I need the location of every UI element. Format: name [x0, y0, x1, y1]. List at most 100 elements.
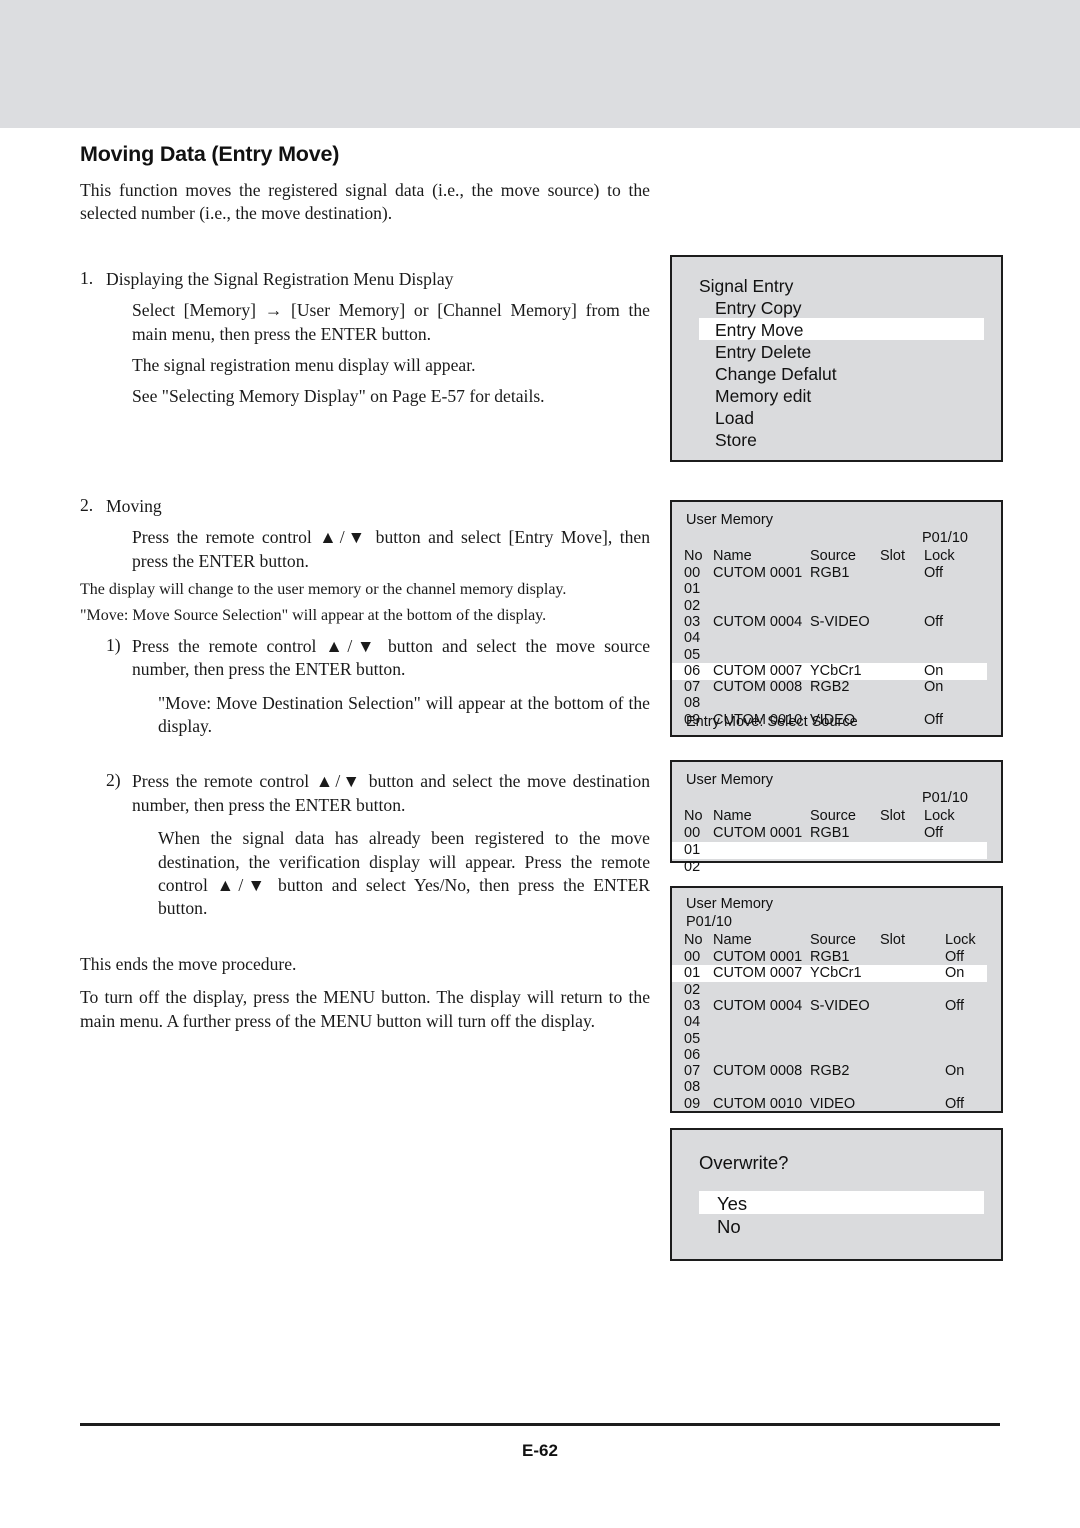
- cell-lock: Off: [924, 565, 944, 581]
- column-header-name: Name: [713, 808, 752, 824]
- table-row[interactable]: 02: [672, 982, 1001, 999]
- table-row[interactable]: 07 CUTOM 0008 RGB2 On: [672, 1063, 1001, 1080]
- column-header-name: Name: [713, 548, 752, 564]
- table-row[interactable]: 04: [672, 1014, 1001, 1031]
- table-row[interactable]: 02: [672, 859, 1001, 876]
- page-body: Moving Data (Entry Move) This function m…: [0, 128, 1080, 1528]
- table-row[interactable]: 03 CUTOM 0004 S-VIDEO Off: [672, 998, 1001, 1015]
- osd-panel-signal-entry: Signal Entry Entry Copy Entry Move Entry D…: [670, 255, 1003, 462]
- cell-lock: Off: [924, 825, 944, 841]
- table-row[interactable]: 01: [672, 581, 1001, 598]
- memory-source-page-indicator: P01/10: [922, 530, 968, 546]
- signal-entry-item-load[interactable]: Load: [715, 408, 754, 429]
- substep-1-number: 1): [106, 634, 121, 655]
- column-header-slot: Slot: [880, 808, 905, 824]
- cell-no: 04: [684, 630, 701, 647]
- substep-2-line-1: Press the remote control ▲/▼ button and …: [132, 771, 650, 815]
- step-1-line-2: The signal registration menu display wil…: [132, 354, 476, 375]
- cell-name: CUTOM 0001: [713, 825, 803, 841]
- cell-lock: On: [924, 662, 944, 679]
- cell-no: 09: [684, 1095, 701, 1112]
- signal-entry-item-entry-move[interactable]: Entry Move: [715, 320, 804, 341]
- cell-lock: Off: [945, 1095, 965, 1112]
- page-number: E-62: [522, 1441, 558, 1460]
- cell-no: 04: [684, 1014, 701, 1031]
- table-row[interactable]: 04: [672, 630, 1001, 647]
- column-header-no: No: [684, 808, 703, 824]
- step-2-title: Moving: [106, 495, 162, 516]
- step-1-number: 1.: [80, 267, 94, 288]
- cell-lock: Off: [924, 613, 944, 630]
- table-row[interactable]: 01: [672, 841, 987, 859]
- cell-no: 07: [684, 679, 701, 696]
- table-row[interactable]: 07 CUTOM 0008 RGB2 On: [672, 679, 1001, 696]
- signal-entry-title: Signal Entry: [699, 276, 794, 296]
- cell-source: YCbCr1: [810, 965, 862, 982]
- table-row[interactable]: 01 CUTOM 0007 YCbCr1 On: [672, 965, 987, 983]
- osd-panel-user-memory-destination: User Memory P01/10 No Name Source Slot Lock …: [670, 760, 1003, 875]
- table-row[interactable]: 02: [672, 598, 1001, 615]
- step-2-line-1: Press the remote control ▲/▼ button and …: [132, 527, 650, 571]
- table-row[interactable]: 06 CUTOM 0007 YCbCr1 On: [672, 662, 987, 680]
- overwrite-option-yes[interactable]: Yes: [717, 1193, 747, 1215]
- signal-entry-item-change-defalut[interactable]: Change Defalut: [715, 364, 837, 385]
- substep-1-line-1: Press the remote control ▲/▼ button and …: [132, 635, 650, 680]
- cell-no: 05: [684, 646, 701, 663]
- cell-no: 01: [684, 841, 701, 858]
- substep-2-line-2: When the signal data has already been re…: [158, 828, 650, 919]
- cell-lock: On: [924, 679, 944, 696]
- cell-source: S-VIDEO: [810, 613, 870, 630]
- column-header-no: No: [684, 932, 703, 948]
- memory-dest-page-indicator: P01/10: [922, 790, 968, 806]
- step-2-line-2: The display will change to the user memo…: [80, 580, 567, 598]
- column-header-no: No: [684, 548, 703, 564]
- step-1-title: Displaying the Signal Registration Menu …: [106, 268, 454, 289]
- cell-lock: Off: [924, 711, 944, 728]
- table-row[interactable]: 08: [672, 1079, 1001, 1096]
- cell-name: CUTOM 0008: [713, 679, 803, 696]
- table-row[interactable]: 05: [672, 1031, 1001, 1048]
- signal-entry-item-store[interactable]: Store: [715, 430, 757, 451]
- substep-2-number: 2): [106, 770, 121, 791]
- cell-lock: On: [945, 1063, 965, 1080]
- signal-entry-item-entry-delete[interactable]: Entry Delete: [715, 342, 811, 363]
- cell-no: 06: [684, 1046, 701, 1063]
- table-row[interactable]: 05: [672, 647, 1001, 664]
- table-row[interactable]: 00 CUTOM 0001 RGB1 Off: [672, 825, 1001, 842]
- cell-source: VIDEO: [810, 1095, 856, 1112]
- step-2-substep-2: 2) Press the remote control ▲/▼ button a…: [106, 770, 650, 920]
- substep-1-line-2: "Move: Move Destination Selection" will …: [158, 692, 650, 737]
- cell-no: 01: [684, 965, 701, 982]
- signal-entry-item-entry-copy[interactable]: Entry Copy: [715, 298, 802, 319]
- step-1-line-1: Select [Memory] → [User Memory] or [Chan…: [132, 300, 650, 344]
- table-row[interactable]: 09 CUTOM 0010 VIDEO Off: [672, 1096, 1001, 1113]
- step-2-line-3: "Move: Move Source Selection" will appea…: [80, 606, 547, 624]
- cell-source: RGB2: [810, 679, 850, 696]
- cell-no: 06: [684, 662, 701, 679]
- signal-entry-item-memory-edit[interactable]: Memory edit: [715, 386, 811, 407]
- table-row[interactable]: 00 CUTOM 0001 RGB1 Off: [672, 949, 1001, 966]
- column-header-source: Source: [810, 548, 856, 564]
- cell-name: CUTOM 0010: [713, 1095, 803, 1112]
- table-row[interactable]: 03 CUTOM 0004 S-VIDEO Off: [672, 614, 1001, 631]
- column-header-name: Name: [713, 932, 752, 948]
- table-row[interactable]: 00 CUTOM 0001 RGB1 Off: [672, 565, 1001, 582]
- table-row[interactable]: 08: [672, 695, 1001, 712]
- overwrite-option-no[interactable]: No: [717, 1216, 741, 1238]
- column-header-slot: Slot: [880, 932, 905, 948]
- step-2-substep-1: 1) Press the remote control ▲/▼ button a…: [106, 635, 650, 739]
- cell-source: RGB2: [810, 1063, 850, 1080]
- column-header-source: Source: [810, 808, 856, 824]
- memory-result-title: User Memory: [686, 896, 774, 912]
- step-2: 2. Moving Press the remote control ▲/▼ b…: [80, 495, 650, 573]
- cell-lock: Off: [945, 997, 965, 1014]
- cell-source: RGB1: [810, 565, 850, 581]
- cell-name: CUTOM 0004: [713, 997, 803, 1014]
- memory-source-title: User Memory: [686, 512, 774, 528]
- step-2-number: 2.: [80, 494, 94, 515]
- closing-line-2: To turn off the display, press the MENU …: [80, 987, 650, 1031]
- table-row[interactable]: 06: [672, 1047, 1001, 1064]
- cell-no: 00: [684, 565, 701, 581]
- cell-lock: Off: [945, 949, 965, 965]
- cell-name: CUTOM 0001: [713, 949, 803, 965]
